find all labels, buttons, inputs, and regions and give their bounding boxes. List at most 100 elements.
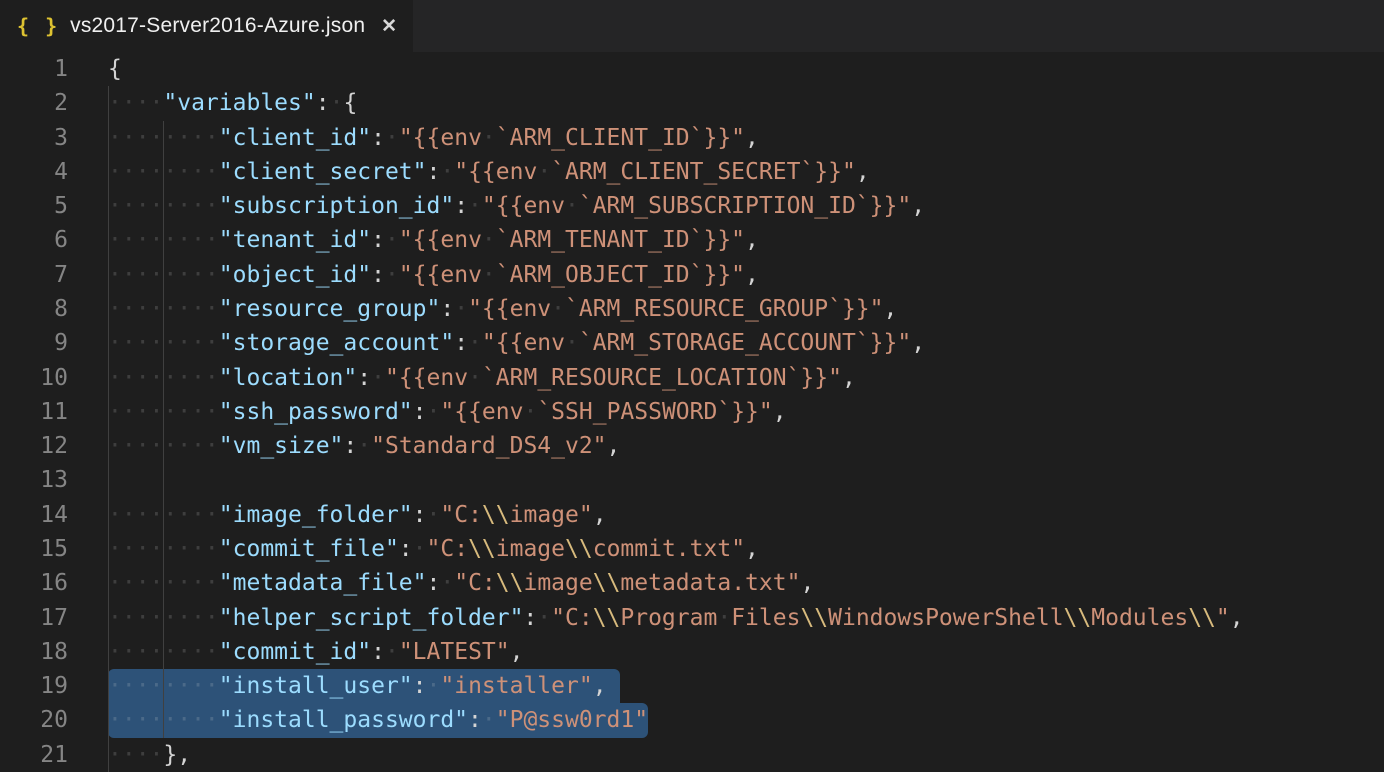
punctuation: ,: [773, 399, 787, 425]
line-number[interactable]: 13: [0, 463, 68, 497]
code-line[interactable]: 21 ····},: [0, 738, 1384, 772]
json-key: "ssh_password": [219, 399, 413, 425]
code-line[interactable]: 19········"install_user":·"installer",: [0, 669, 1384, 703]
json-string: "C:: [427, 536, 469, 562]
whitespace-dots: ········: [108, 262, 219, 288]
line-number[interactable]: 14: [0, 498, 68, 532]
code-line[interactable]: 18········"commit_id":·"LATEST",: [0, 635, 1384, 669]
json-key: "storage_account": [219, 330, 454, 356]
code-line[interactable]: 4 ········"client_secret":·"{{env·`ARM_CL…: [0, 155, 1384, 189]
line-number[interactable]: 5: [0, 189, 68, 223]
line-number[interactable]: 17: [0, 601, 68, 635]
line-number[interactable]: 7: [0, 258, 68, 292]
json-string: "P@ssw0rd1": [496, 707, 648, 733]
code-line[interactable]: 20········"install_password":·"P@ssw0rd1…: [0, 703, 1384, 737]
json-string: Modules: [1091, 605, 1188, 631]
json-key: "client_secret": [219, 159, 427, 185]
line-content: ········"ssh_password":·"{{env·`SSH_PASS…: [108, 395, 787, 429]
whitespace-dots: ········: [108, 125, 219, 151]
line-number[interactable]: 8: [0, 292, 68, 326]
line-number[interactable]: 1: [0, 52, 68, 86]
code-line[interactable]: 11 ········"ssh_password":·"{{env·`SSH_PA…: [0, 395, 1384, 429]
line-number[interactable]: 3: [0, 121, 68, 155]
punctuation: {: [343, 90, 357, 116]
code-line[interactable]: 16········"metadata_file":·"C:\\image\\m…: [0, 566, 1384, 600]
code-line[interactable]: 12 ········"vm_size":·"Standard_DS4_v2",: [0, 429, 1384, 463]
punctuation: :: [413, 502, 427, 528]
whitespace-dots: ·: [482, 262, 496, 288]
line-number[interactable]: 16: [0, 566, 68, 600]
line-number[interactable]: 6: [0, 223, 68, 257]
whitespace-dots: ·: [482, 707, 496, 733]
line-number[interactable]: 10: [0, 361, 68, 395]
line-content: ····},: [108, 738, 191, 772]
code-line[interactable]: 7········"object_id":·"{{env·`ARM_OBJECT…: [0, 258, 1384, 292]
punctuation: ,: [510, 639, 524, 665]
line-content: ········"client_id":·"{{env·`ARM_CLIENT_…: [108, 121, 759, 155]
json-string: `ARM_RESOURCE_LOCATION`}}": [482, 365, 842, 391]
editor[interactable]: 1{2····"variables":·{3········"client_id…: [0, 52, 1384, 772]
line-number[interactable]: 4: [0, 155, 68, 189]
escape-sequence: \\: [1188, 605, 1216, 631]
json-string: `ARM_CLIENT_SECRET`}}": [551, 159, 856, 185]
whitespace-dots: ········: [108, 330, 219, 356]
whitespace-dots: ·: [468, 193, 482, 219]
line-content: ········"vm_size":·"Standard_DS4_v2",: [108, 429, 620, 463]
whitespace-dots: ·: [537, 605, 551, 631]
code-line[interactable]: 13: [0, 463, 1384, 497]
line-number[interactable]: 15: [0, 532, 68, 566]
line-number[interactable]: 21: [0, 738, 68, 772]
line-number[interactable]: 2: [0, 86, 68, 120]
punctuation: ,: [1230, 605, 1244, 631]
line-content: ········"resource_group":·"{{env·`ARM_RE…: [108, 292, 897, 326]
whitespace-dots: ·: [385, 639, 399, 665]
line-content: ········"client_secret":·"{{env·`ARM_CLI…: [108, 155, 870, 189]
line-number[interactable]: 12: [0, 429, 68, 463]
whitespace-dots: ·: [330, 90, 344, 116]
json-key: "image_folder": [219, 502, 413, 528]
code-line[interactable]: 3 ········"client_id":·"{{env·`ARM_CLIENT…: [0, 121, 1384, 155]
whitespace-dots: ········: [108, 296, 219, 322]
code-line[interactable]: 6 ········"tenant_id":·"{{env·`ARM_TENANT…: [0, 223, 1384, 257]
punctuation: :: [413, 673, 427, 699]
json-string: "{{env: [399, 227, 482, 253]
escape-sequence: \\: [565, 536, 593, 562]
whitespace-dots: ········: [108, 639, 219, 665]
code-line[interactable]: 2····"variables":·{: [0, 86, 1384, 120]
line-number[interactable]: 18: [0, 635, 68, 669]
json-braces-icon: { }: [17, 14, 59, 38]
json-string: "{{env: [454, 159, 537, 185]
line-number[interactable]: 20: [0, 703, 68, 737]
code-line[interactable]: 8 ········"resource_group":·"{{env·`ARM_R…: [0, 292, 1384, 326]
json-key: "location": [219, 365, 357, 391]
json-string: metadata.txt": [620, 570, 800, 596]
code-line[interactable]: 9········"storage_account":·"{{env·`ARM_…: [0, 326, 1384, 360]
code-line[interactable]: 15········"commit_file":·"C:\\image\\com…: [0, 532, 1384, 566]
json-string: `ARM_TENANT_ID`}}": [496, 227, 745, 253]
punctuation: :: [427, 570, 441, 596]
code-line[interactable]: 17········"helper_script_folder":·"C:\\P…: [0, 601, 1384, 635]
line-number[interactable]: 9: [0, 326, 68, 360]
line-content: ········"tenant_id":·"{{env·`ARM_TENANT_…: [108, 223, 759, 257]
code-line[interactable]: 10 ········"location":·"{{env·`ARM_RESOUR…: [0, 361, 1384, 395]
json-key: "resource_group": [219, 296, 441, 322]
json-string: image: [496, 536, 565, 562]
line-content: ········"commit_file":·"C:\\image\\commi…: [108, 532, 759, 566]
punctuation: :: [413, 399, 427, 425]
json-key: "variables": [163, 90, 315, 116]
tab-close-icon[interactable]: ✕: [381, 15, 397, 38]
whitespace-dots: ········: [108, 433, 219, 459]
punctuation: ,: [593, 673, 607, 699]
punctuation: ,: [607, 433, 621, 459]
json-string: commit.txt": [593, 536, 745, 562]
line-number[interactable]: 19: [0, 669, 68, 703]
json-string: "{{env: [468, 296, 551, 322]
line-content: ····"variables":·{: [108, 86, 357, 120]
code-line[interactable]: 1{: [0, 52, 1384, 86]
line-number[interactable]: 11: [0, 395, 68, 429]
line-content: ········"location":·"{{env·`ARM_RESOURCE…: [108, 361, 856, 395]
tab-vs2017-server2016-azure-json[interactable]: { } vs2017-Server2016-Azure.json ✕: [0, 0, 413, 52]
code-line[interactable]: 5········"subscription_id":·"{{env·`ARM_…: [0, 189, 1384, 223]
json-key: "install_password": [219, 707, 468, 733]
code-line[interactable]: 14········"image_folder":·"C:\\image",: [0, 498, 1384, 532]
